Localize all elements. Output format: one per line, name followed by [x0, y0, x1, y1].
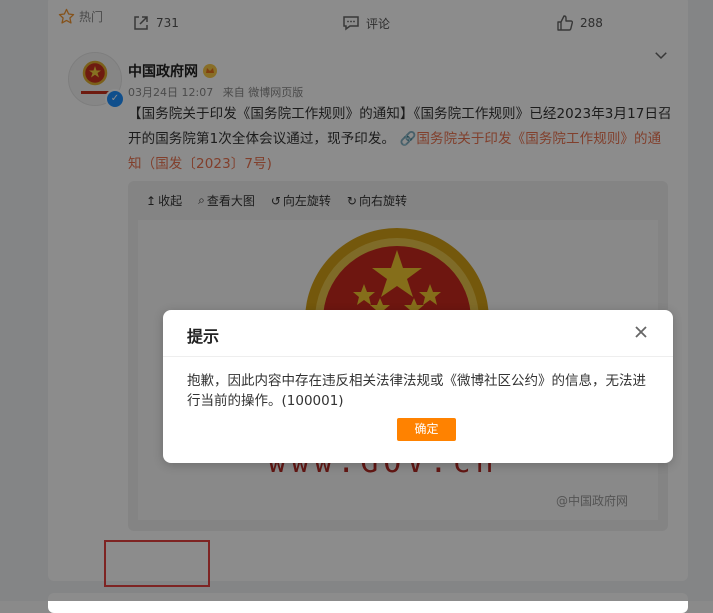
- dialog-message: 抱歉，因此内容中存在违反相关法律法规或《微博社区公约》的信息，无法进行当前的操作…: [187, 373, 646, 409]
- dialog-divider: [163, 356, 673, 357]
- dialog-title: 提示: [187, 327, 220, 346]
- alert-dialog: 提示 抱歉，因此内容中存在违反相关法律法规或《微博社区公约》的信息，无法进行当前…: [163, 310, 673, 463]
- modal-overlay[interactable]: [0, 0, 713, 601]
- close-icon[interactable]: [633, 324, 649, 340]
- confirm-button[interactable]: 确定: [397, 418, 456, 441]
